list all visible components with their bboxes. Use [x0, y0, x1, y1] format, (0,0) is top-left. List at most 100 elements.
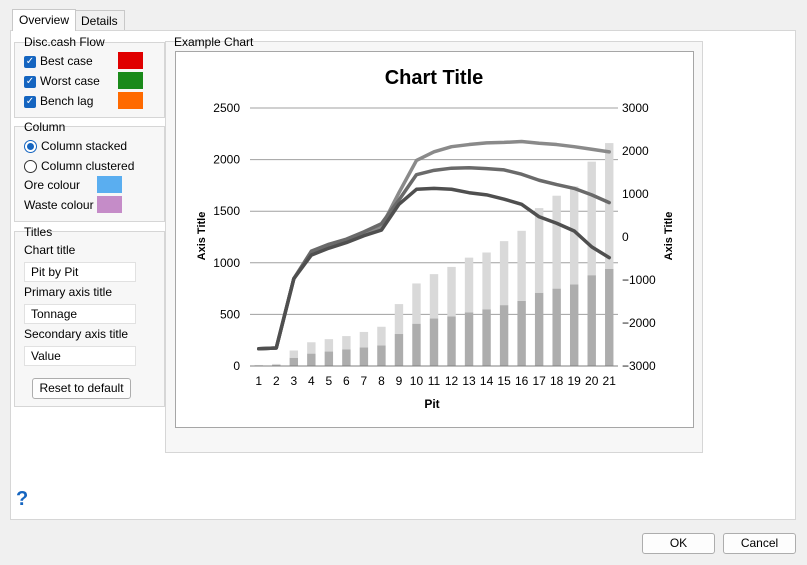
- bar: [534, 292, 544, 366]
- y-tick-label: 1000: [213, 256, 240, 270]
- y-axis-title: Axis Title: [196, 212, 208, 261]
- bar: [359, 347, 369, 366]
- check-icon: ✓: [24, 55, 36, 68]
- bar: [324, 351, 334, 366]
- bar: [342, 336, 351, 350]
- ok-button[interactable]: OK: [642, 533, 715, 554]
- bar: [587, 275, 596, 366]
- x-tick-label: 12: [445, 374, 459, 388]
- x-tick-label: 2: [273, 374, 280, 388]
- bar: [464, 312, 474, 366]
- bar: [307, 342, 316, 354]
- x-tick-label: 15: [497, 374, 511, 388]
- bar: [429, 274, 439, 319]
- check-icon: ✓: [24, 95, 36, 108]
- primary-axis-title-input[interactable]: Tonnage: [24, 304, 136, 324]
- bar: [254, 364, 263, 366]
- y2-tick-label: −2000: [622, 316, 656, 330]
- reset-to-default-button[interactable]: Reset to default: [32, 378, 131, 399]
- y-tick-label: 1500: [213, 204, 240, 218]
- example-chart-label: Example Chart: [174, 35, 254, 49]
- bar: [394, 334, 404, 366]
- x-tick-label: 16: [515, 374, 529, 388]
- x-tick-label: 14: [480, 374, 494, 388]
- worst-case-checkbox[interactable]: ✓ Worst case: [24, 72, 100, 90]
- cashflow-title: Disc.cash Flow: [24, 35, 105, 49]
- bar: [429, 318, 439, 366]
- bar: [587, 161, 596, 276]
- x-tick-label: 21: [603, 374, 617, 388]
- bar: [394, 304, 404, 335]
- x-tick-label: 19: [568, 374, 582, 388]
- ore-colour-label: Ore colour: [24, 178, 81, 192]
- x-tick-label: 3: [290, 374, 297, 388]
- help-icon[interactable]: ?: [16, 488, 28, 511]
- y2-tick-label: 2000: [622, 144, 649, 158]
- bar: [412, 283, 421, 324]
- bar: [359, 331, 369, 348]
- x-tick-label: 5: [326, 374, 333, 388]
- bar: [605, 143, 614, 269]
- y-tick-label: 500: [220, 307, 240, 321]
- best-case-checkbox[interactable]: ✓ Best case: [24, 52, 93, 70]
- bar: [377, 345, 386, 366]
- x-tick-label: 9: [396, 374, 403, 388]
- x-axis-title: Pit: [424, 397, 439, 411]
- x-tick-label: 8: [378, 374, 385, 388]
- waste-colour-label: Waste colour: [24, 198, 94, 212]
- y2-tick-label: 3000: [622, 101, 649, 115]
- y2-tick-label: 1000: [622, 187, 649, 201]
- bar: [307, 353, 316, 366]
- bar: [447, 266, 456, 317]
- bar: [272, 363, 281, 365]
- bar: [464, 257, 474, 313]
- chart-title: Chart Title: [385, 67, 484, 89]
- y-tick-label: 0: [233, 359, 240, 373]
- bar: [552, 195, 561, 289]
- bar: [517, 300, 526, 366]
- bar: [342, 349, 351, 366]
- check-icon: ✓: [24, 75, 36, 88]
- secondary-axis-title-label: Secondary axis title: [24, 327, 129, 341]
- waste-colour-swatch[interactable]: [97, 196, 122, 213]
- titles-title: Titles: [24, 225, 53, 239]
- x-tick-label: 6: [343, 374, 350, 388]
- tab-overview[interactable]: Overview: [12, 9, 77, 31]
- bar: [482, 252, 491, 310]
- secondary-axis-title-input[interactable]: Value: [24, 346, 136, 366]
- column-clustered-radio[interactable]: Column clustered: [24, 157, 134, 175]
- bar: [324, 339, 334, 352]
- bar: [447, 316, 456, 366]
- x-tick-label: 20: [585, 374, 599, 388]
- x-tick-label: 7: [361, 374, 368, 388]
- bar: [289, 350, 299, 358]
- column-stacked-radio[interactable]: Column stacked: [24, 137, 127, 155]
- bar: [499, 241, 509, 306]
- x-tick-label: 17: [532, 374, 546, 388]
- x-tick-label: 10: [410, 374, 424, 388]
- bar: [412, 323, 421, 366]
- best-case-color-swatch[interactable]: [118, 52, 143, 69]
- x-tick-label: 18: [550, 374, 564, 388]
- bar: [552, 288, 561, 366]
- cancel-button[interactable]: Cancel: [723, 533, 796, 554]
- bar: [482, 309, 491, 366]
- chart-title-input[interactable]: Pit by Pit: [24, 262, 136, 282]
- y-tick-label: 2500: [213, 101, 240, 115]
- worst-case-color-swatch[interactable]: [118, 72, 143, 89]
- y2-tick-label: 0: [622, 230, 629, 244]
- tab-details[interactable]: Details: [74, 10, 125, 30]
- y-tick-label: 2000: [213, 153, 240, 167]
- radio-selected-icon: [24, 140, 37, 154]
- x-tick-label: 11: [428, 374, 441, 388]
- column-title: Column: [24, 120, 66, 134]
- bench-lag-color-swatch[interactable]: [118, 92, 143, 109]
- bench-lag-checkbox[interactable]: ✓ Bench lag: [24, 92, 93, 110]
- chart: Chart Title Axis Title Axis Title Pit 0 5…: [175, 51, 694, 428]
- y2-tick-label: −3000: [622, 359, 656, 373]
- x-tick-label: 13: [462, 374, 476, 388]
- bar: [499, 305, 509, 366]
- bar: [377, 326, 386, 346]
- ore-colour-swatch[interactable]: [97, 176, 122, 193]
- primary-axis-title-label: Primary axis title: [24, 285, 113, 299]
